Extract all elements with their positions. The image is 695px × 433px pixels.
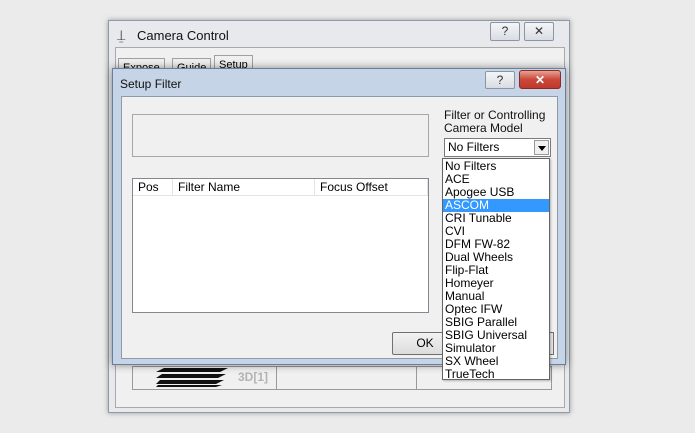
model-label: Filter or Controlling Camera Model bbox=[444, 108, 546, 135]
camera-3d-label: 3D[1] bbox=[238, 370, 269, 384]
column-header-pos[interactable]: Pos bbox=[133, 179, 173, 196]
column-header-filter-name[interactable]: Filter Name bbox=[173, 179, 315, 196]
filter-status-box bbox=[132, 114, 429, 157]
panel-divider bbox=[276, 367, 277, 389]
dialog-title: Setup Filter bbox=[120, 77, 182, 91]
dropdown-option[interactable]: TrueTech bbox=[443, 368, 549, 381]
model-select[interactable]: No Filters bbox=[444, 138, 551, 157]
dialog-help-button[interactable]: ? bbox=[485, 71, 515, 89]
panel-divider bbox=[416, 367, 417, 389]
camera-window-title: Camera Control bbox=[137, 28, 229, 43]
model-dropdown-list[interactable]: No Filters ACE Apogee USB ASCOM CRI Tunable C… bbox=[442, 158, 550, 381]
camera-stripes-graphic bbox=[156, 368, 228, 387]
chevron-down-icon[interactable] bbox=[534, 140, 549, 155]
camera-app-icon: ⍊ bbox=[117, 27, 126, 43]
filter-list-view[interactable]: Pos Filter Name Focus Offset bbox=[132, 178, 429, 313]
dialog-close-button[interactable]: ✕ bbox=[519, 70, 561, 89]
column-header-focus-offset[interactable]: Focus Offset bbox=[315, 179, 428, 196]
camera-help-button[interactable]: ? bbox=[490, 22, 520, 41]
camera-close-button[interactable]: ✕ bbox=[524, 22, 554, 41]
model-select-value: No Filters bbox=[448, 140, 500, 154]
